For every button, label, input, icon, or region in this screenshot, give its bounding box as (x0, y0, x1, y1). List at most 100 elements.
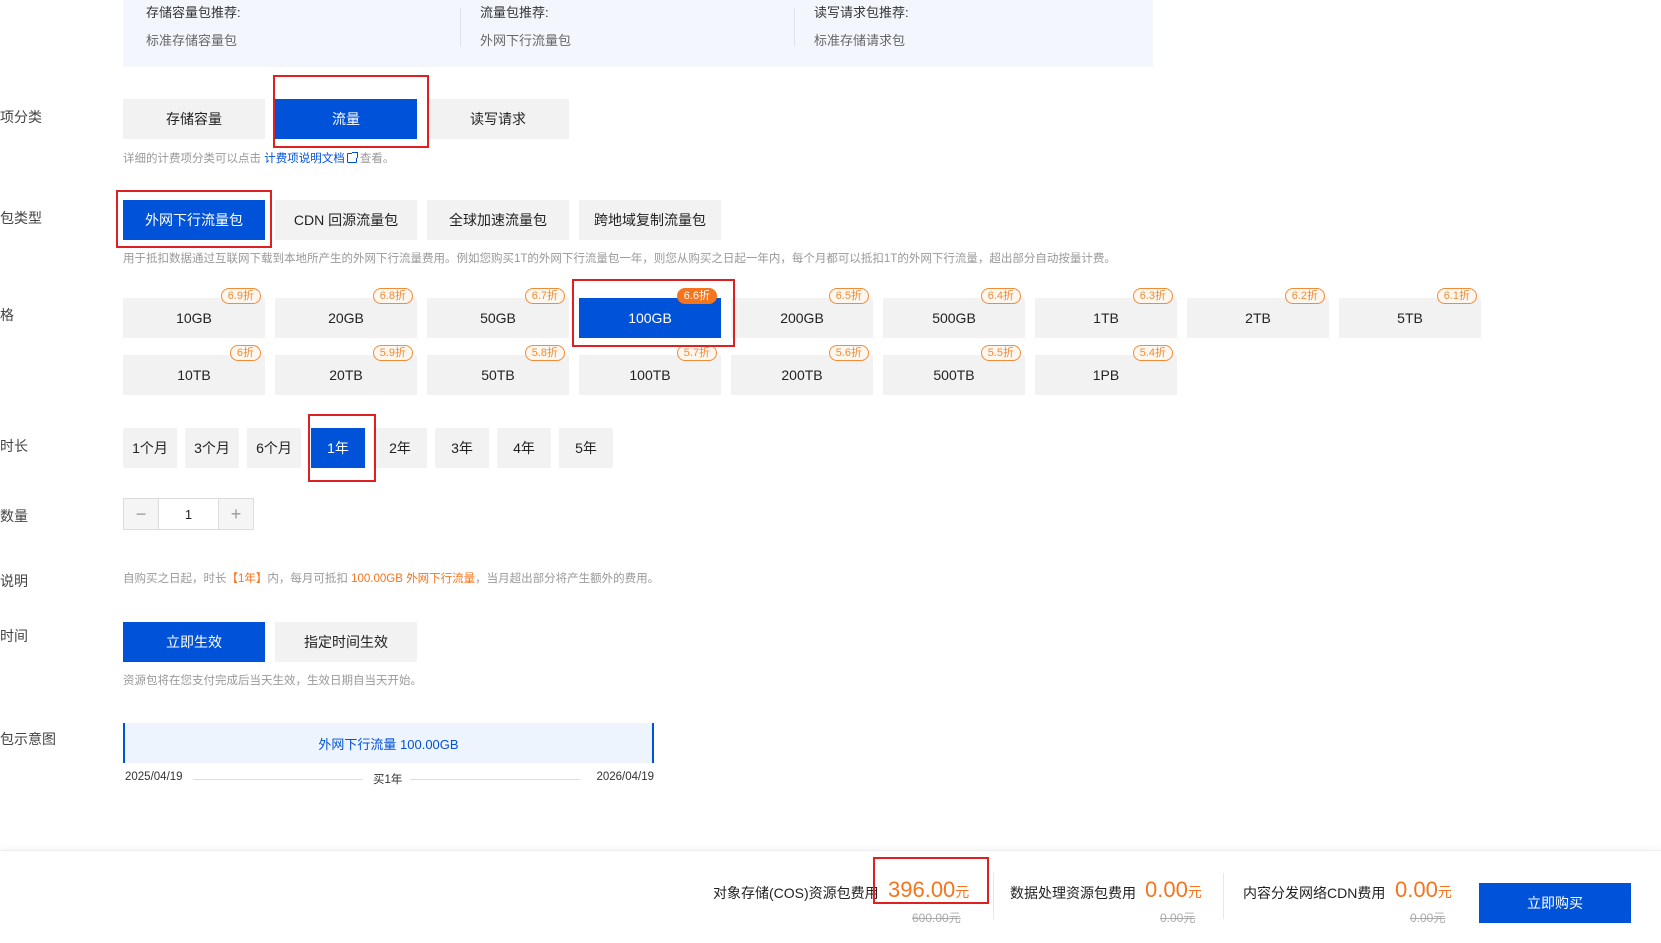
link-text: 计费项说明文档 (264, 153, 345, 165)
spec-label-text: 20GB (328, 310, 364, 326)
discount-badge: 5.7折 (676, 345, 717, 361)
duration-option-6m[interactable]: 6个月 (247, 428, 301, 468)
duration-option-4y[interactable]: 4年 (497, 428, 551, 468)
discount-badge: 6.2折 (1284, 288, 1325, 304)
effective-hint: 资源包将在您支付完成后当天生效，生效日期自当天开始。 (123, 675, 422, 687)
duration-option-1m[interactable]: 1个月 (123, 428, 177, 468)
price-value: 0.00 (1145, 877, 1188, 902)
discount-badge: 5.4折 (1132, 345, 1173, 361)
spec-option-5tb[interactable]: 5TB 6.1折 (1339, 288, 1481, 338)
cdn-fee-label: 内容分发网络CDN费用 (1243, 885, 1386, 901)
spec-label-text: 2TB (1245, 310, 1271, 326)
effective-scheduled-button[interactable]: 指定时间生效 (275, 622, 417, 662)
package-timeline: 2025/04/19 买1年 2026/04/19 (123, 771, 654, 787)
duration-option-2y[interactable]: 2年 (373, 428, 427, 468)
explain-text: 自购买之日起，时长【1年】内，每月可抵扣 100.00GB 外网下行流量，当月超… (123, 570, 659, 586)
quantity-stepper: − 1 + (123, 498, 254, 530)
category-option-request[interactable]: 读写请求 (427, 99, 569, 139)
spec-label-text: 100GB (628, 310, 672, 326)
divider (460, 8, 461, 46)
category-hint: 详细的计费项分类可以点击 计费项说明文档 查看。 (123, 150, 394, 166)
discount-badge: 6.5折 (828, 288, 869, 304)
spec-label-text: 500GB (932, 310, 976, 326)
price-unit: 元 (1437, 884, 1452, 900)
increment-button[interactable]: + (219, 499, 253, 529)
pkg-type-egress[interactable]: 外网下行流量包 (123, 200, 265, 240)
spec-option-20tb[interactable]: 20TB 5.9折 (275, 345, 417, 395)
timeline-line (193, 779, 363, 780)
spec-label-text: 1PB (1092, 367, 1120, 383)
category-label: 项分类 (0, 109, 42, 125)
category-option-traffic[interactable]: 流量 (275, 99, 417, 139)
spec-option-1tb[interactable]: 1TB 6.3折 (1035, 288, 1177, 338)
pkg-type-cdn-origin[interactable]: CDN 回源流量包 (275, 200, 417, 240)
pkg-type-global-accel[interactable]: 全球加速流量包 (427, 200, 569, 240)
dp-fee-label: 数据处理资源包费用 (1010, 885, 1136, 901)
cos-fee-price: 396.00元 (888, 877, 969, 903)
purchase-footer: 对象存储(COS)资源包费用 396.00元 600.00元 数据处理资源包费用… (0, 850, 1661, 943)
spec-option-1pb[interactable]: 1PB 5.4折 (1035, 345, 1177, 395)
discount-badge: 6折 (229, 345, 261, 361)
timeline-end-date: 2026/04/19 (596, 771, 654, 783)
spec-option-10gb[interactable]: 10GB 6.9折 (123, 288, 265, 338)
spec-option-2tb[interactable]: 2TB 6.2折 (1187, 288, 1329, 338)
buy-now-button[interactable]: 立即购买 (1479, 883, 1631, 923)
price-unit: 元 (955, 884, 970, 900)
duration-option-1y[interactable]: 1年 (311, 428, 365, 468)
recommend-title: 流量包推荐: (480, 5, 549, 20)
spec-option-100gb[interactable]: 100GB 6.6折 (579, 288, 721, 338)
pkg-type-cross-region[interactable]: 跨地域复制流量包 (579, 200, 721, 240)
recommend-value: 标准存储请求包 (814, 33, 906, 48)
dp-fee-price: 0.00元 (1145, 877, 1202, 903)
spec-option-10tb[interactable]: 10TB 6折 (123, 345, 265, 395)
duration-option-3m[interactable]: 3个月 (185, 428, 239, 468)
category-option-storage[interactable]: 存储容量 (123, 99, 265, 139)
divider (993, 873, 994, 919)
recommend-title: 存储容量包推荐: (146, 5, 241, 20)
duration-option-3y[interactable]: 3年 (435, 428, 489, 468)
spec-label-text: 200GB (780, 310, 824, 326)
timeline-line (410, 779, 580, 780)
quantity-input[interactable]: 1 (158, 499, 219, 529)
explain-part: 内，每月可抵扣 (267, 573, 348, 585)
external-link-icon (346, 152, 358, 163)
decrement-button[interactable]: − (124, 499, 158, 529)
price-value: 0.00 (1395, 877, 1438, 902)
timeline-start-date: 2025/04/19 (125, 771, 183, 783)
cdn-fee-original: 0.00元 (1410, 911, 1446, 925)
divider (794, 8, 795, 46)
diagram-label: 包示意图 (0, 731, 56, 747)
spec-label: 格 (0, 307, 14, 323)
spec-label-text: 5TB (1397, 310, 1423, 326)
spec-option-50gb[interactable]: 50GB 6.7折 (427, 288, 569, 338)
spec-option-200tb[interactable]: 200TB 5.6折 (731, 345, 873, 395)
dp-fee-original: 0.00元 (1160, 911, 1196, 925)
spec-option-100tb[interactable]: 100TB 5.7折 (579, 345, 721, 395)
effective-label: 时间 (0, 628, 28, 644)
spec-label-text: 10GB (176, 310, 212, 326)
billing-doc-link[interactable]: 计费项说明文档 (264, 152, 358, 165)
cos-fee-original: 600.00元 (912, 911, 961, 925)
effective-immediate-button[interactable]: 立即生效 (123, 622, 265, 662)
hint-text: 查看。 (359, 153, 395, 165)
discount-badge: 6.3折 (1132, 288, 1173, 304)
discount-badge: 6.7折 (524, 288, 565, 304)
recommend-title: 读写请求包推荐: (814, 5, 909, 20)
timeline-duration: 买1年 (373, 774, 403, 786)
discount-badge: 6.1折 (1436, 288, 1477, 304)
spec-option-500gb[interactable]: 500GB 6.4折 (883, 288, 1025, 338)
spec-option-20gb[interactable]: 20GB 6.8折 (275, 288, 417, 338)
explain-part: ，当月超出部分将产生额外的费用。 (475, 573, 660, 585)
recommend-value: 标准存储容量包 (146, 33, 238, 48)
divider (1223, 873, 1224, 919)
spec-label-text: 200TB (781, 367, 823, 383)
pkg-type-hint: 用于抵扣数据通过互联网下载到本地所产生的外网下行流量费用。例如您购买1T的外网下… (123, 253, 1116, 265)
discount-badge: 6.8折 (372, 288, 413, 304)
duration-option-5y[interactable]: 5年 (559, 428, 613, 468)
spec-option-500tb[interactable]: 500TB 5.5折 (883, 345, 1025, 395)
recommend-value: 外网下行流量包 (480, 33, 572, 48)
price-unit: 元 (1187, 884, 1202, 900)
spec-option-200gb[interactable]: 200GB 6.5折 (731, 288, 873, 338)
spec-option-50tb[interactable]: 50TB 5.8折 (427, 345, 569, 395)
cos-fee-label: 对象存储(COS)资源包费用 (713, 885, 879, 901)
